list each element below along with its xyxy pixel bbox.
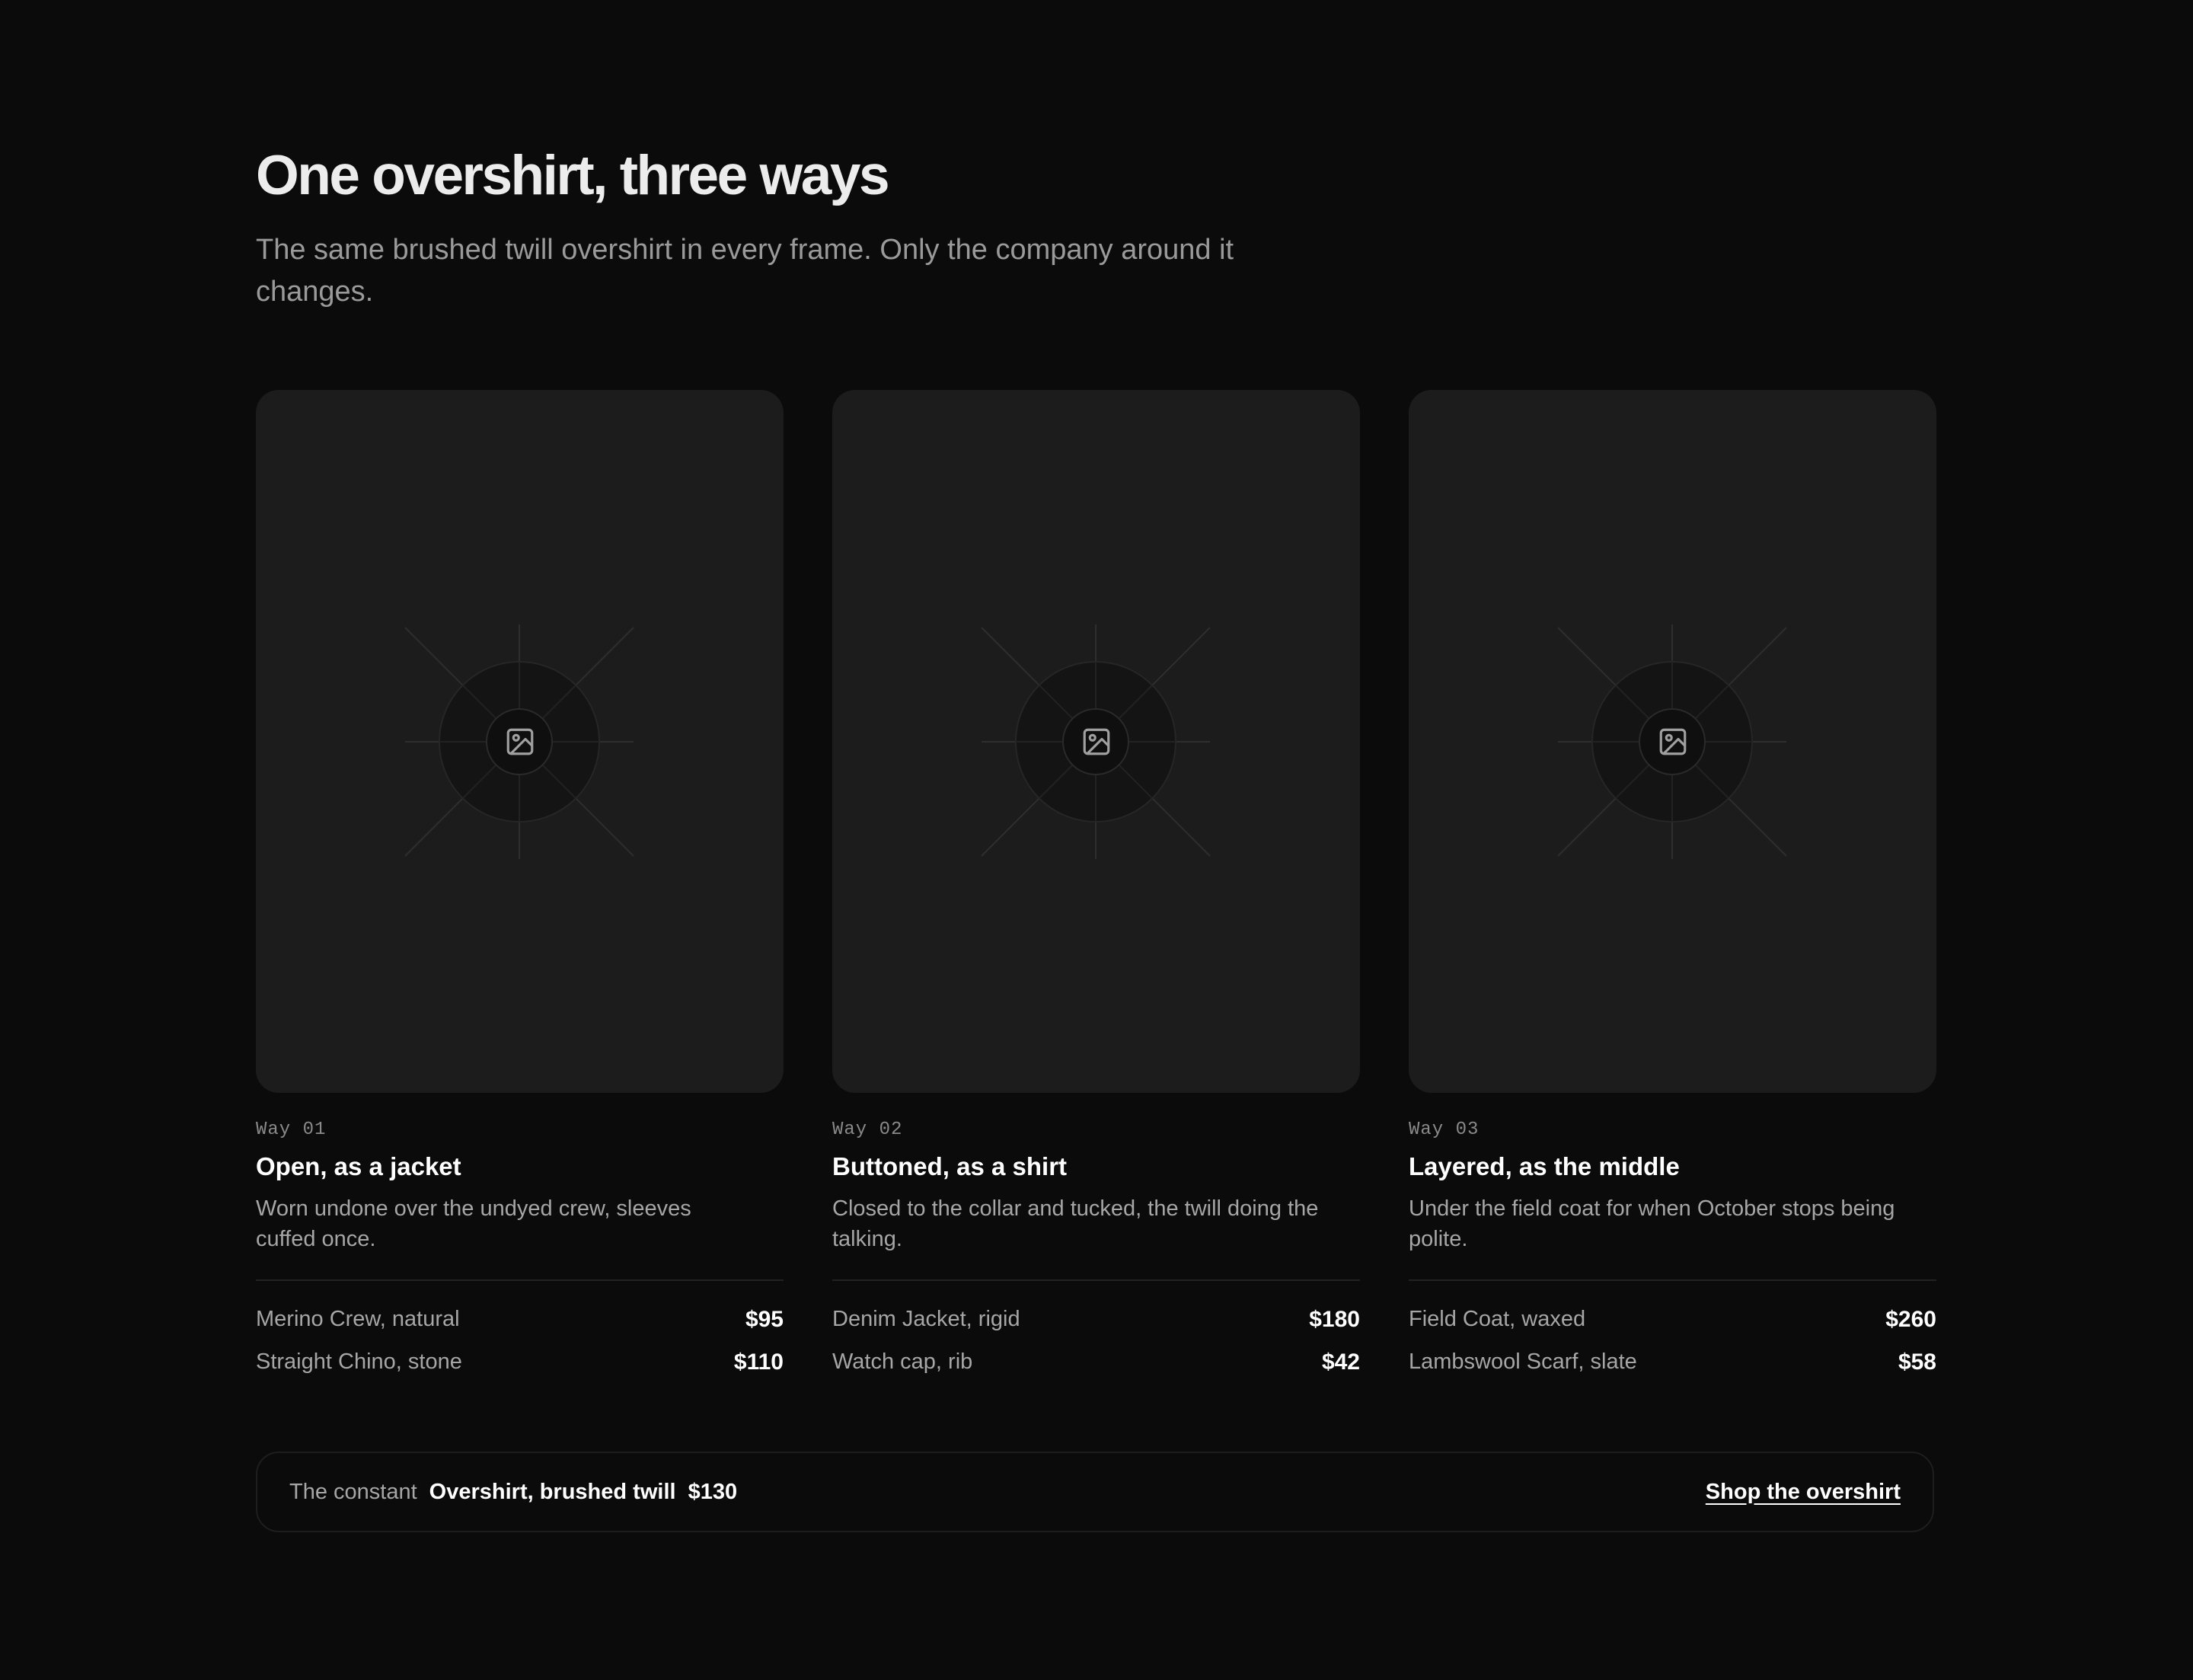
paired-item-name: Watch cap, rib xyxy=(832,1349,973,1374)
look-title: Open, as a jacket xyxy=(256,1152,461,1180)
look-image xyxy=(832,390,1360,1093)
divider xyxy=(256,1279,784,1281)
paired-item-name: Field Coat, waxed xyxy=(1409,1307,1586,1331)
shop-overshirt-link[interactable]: Shop the overshirt xyxy=(1706,1480,1901,1505)
look-description: Worn undone over the undyed crew, sleeve… xyxy=(256,1196,691,1251)
constant-bar: The constant Overshirt, brushed twill $1… xyxy=(256,1452,1934,1532)
look-image xyxy=(1409,390,1936,1093)
paired-item-name: Merino Crew, natural xyxy=(256,1307,460,1331)
paired-item: Watch cap, rib $42 xyxy=(832,1349,1360,1375)
paired-item: Denim Jacket, rigid $180 xyxy=(832,1307,1360,1333)
constant-product-name: Overshirt, brushed twill xyxy=(429,1479,676,1504)
look-title: Layered, as the middle xyxy=(1409,1152,1680,1180)
image-placeholder-icon xyxy=(506,728,534,755)
paired-item: Merino Crew, natural $95 xyxy=(256,1307,784,1333)
paired-item: Field Coat, waxed $260 xyxy=(1409,1307,1936,1333)
look-description: Closed to the collar and tucked, the twi… xyxy=(832,1196,1319,1251)
paired-item-price: $110 xyxy=(733,1349,784,1375)
way-number: Way 03 xyxy=(1409,1119,1480,1140)
constant-label: The constant xyxy=(289,1479,417,1504)
look-description: Under the field coat for when October st… xyxy=(1409,1196,1895,1251)
image-placeholder-icon xyxy=(1083,728,1110,755)
look-title: Buttoned, as a shirt xyxy=(832,1152,1068,1180)
paired-item-price: $180 xyxy=(1309,1307,1360,1332)
way-number: Way 02 xyxy=(832,1119,903,1140)
divider xyxy=(832,1279,1360,1281)
paired-item-name: Lambswool Scarf, slate xyxy=(1409,1349,1637,1374)
paired-item-name: Denim Jacket, rigid xyxy=(832,1307,1020,1331)
look-image xyxy=(256,390,784,1093)
paired-item: Lambswool Scarf, slate $58 xyxy=(1409,1349,1936,1375)
page-subtitle: The same brushed twill overshirt in ever… xyxy=(256,234,1234,308)
paired-item-price: $95 xyxy=(745,1307,784,1332)
constant-product-price: $130 xyxy=(688,1479,738,1504)
page-title: One overshirt, three ways xyxy=(256,145,890,206)
paired-item-name: Straight Chino, stone xyxy=(256,1349,462,1374)
paired-item-price: $260 xyxy=(1885,1307,1936,1332)
way-number: Way 01 xyxy=(256,1119,327,1140)
divider xyxy=(1409,1279,1936,1281)
paired-item: Straight Chino, stone $110 xyxy=(256,1349,784,1375)
image-placeholder-icon xyxy=(1659,728,1687,755)
paired-item-price: $58 xyxy=(1898,1349,1936,1375)
paired-item-price: $42 xyxy=(1321,1349,1360,1375)
